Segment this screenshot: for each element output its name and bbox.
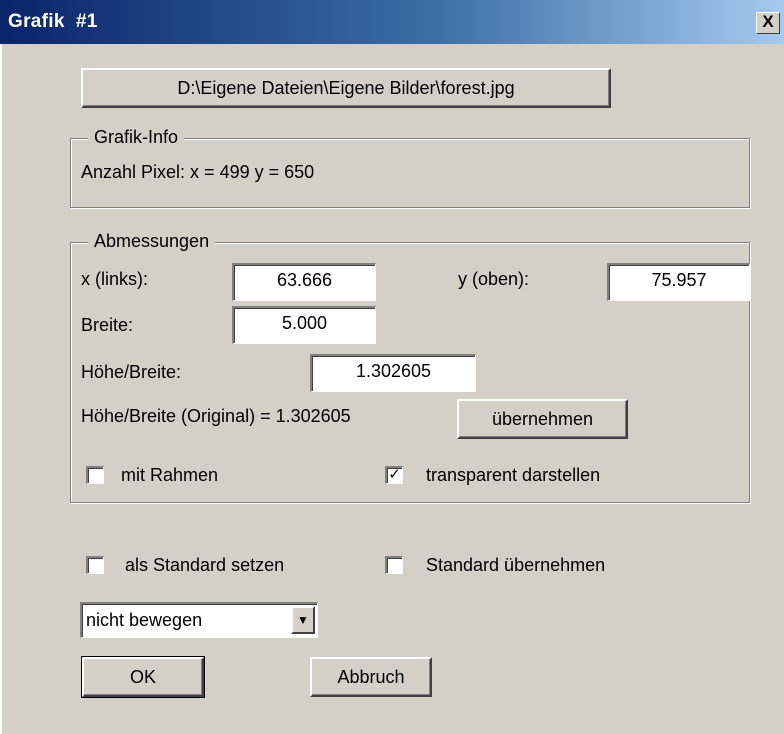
close-button[interactable]: X bbox=[756, 12, 780, 34]
hoehe-breite-label: Höhe/Breite: bbox=[81, 362, 182, 382]
y-input[interactable]: 75.957 bbox=[607, 263, 750, 301]
check-icon: ✓ bbox=[388, 466, 401, 483]
breite-label: Breite: bbox=[81, 315, 134, 335]
file-path-button[interactable]: D:\Eigene Dateien\Eigene Bilder\forest.j… bbox=[81, 68, 611, 108]
x-value: 63.666 bbox=[276, 270, 333, 290]
transparent-checkbox[interactable]: ✓ bbox=[385, 466, 403, 484]
x-input[interactable]: 63.666 bbox=[232, 263, 376, 301]
cancel-label: Abbruch bbox=[337, 667, 405, 687]
movement-select[interactable]: nicht bewegen ▼ bbox=[80, 602, 318, 638]
als-standard-checkbox[interactable] bbox=[86, 556, 104, 574]
standard-uebernehmen-checkbox[interactable] bbox=[385, 556, 403, 574]
x-label: x (links): bbox=[81, 269, 148, 289]
y-value: 75.957 bbox=[651, 270, 707, 290]
movement-select-value: nicht bewegen bbox=[86, 610, 203, 630]
standard-uebernehmen-label[interactable]: Standard übernehmen bbox=[426, 555, 605, 576]
ok-button[interactable]: OK bbox=[81, 656, 205, 698]
hoehe-breite-input[interactable]: 1.302605 bbox=[310, 354, 476, 392]
title-bar: Grafik #1 X bbox=[0, 0, 784, 44]
mit-rahmen-checkbox[interactable] bbox=[86, 466, 104, 484]
pixel-count-text: Anzahl Pixel: x = 499 y = 650 bbox=[81, 162, 315, 182]
cancel-button[interactable]: Abbruch bbox=[310, 657, 432, 697]
uebernehmen-button[interactable]: übernehmen bbox=[457, 399, 628, 439]
chevron-down-icon[interactable]: ▼ bbox=[291, 606, 315, 634]
window-title: Grafik #1 bbox=[8, 11, 98, 32]
mit-rahmen-label[interactable]: mit Rahmen bbox=[121, 465, 218, 486]
close-icon: X bbox=[762, 12, 774, 31]
transparent-label[interactable]: transparent darstellen bbox=[426, 465, 600, 486]
hoehe-breite-value: 1.302605 bbox=[355, 361, 432, 381]
abmessungen-legend: Abmessungen bbox=[88, 231, 216, 252]
y-label: y (oben): bbox=[458, 269, 530, 289]
uebernehmen-label: übernehmen bbox=[491, 409, 594, 429]
grafik-info-legend: Grafik-Info bbox=[88, 127, 185, 148]
file-path-label: D:\Eigene Dateien\Eigene Bilder\forest.j… bbox=[177, 78, 515, 98]
ok-label: OK bbox=[129, 667, 156, 687]
breite-input[interactable]: 5.000 bbox=[232, 306, 376, 344]
original-ratio-text: Höhe/Breite (Original) = 1.302605 bbox=[81, 406, 351, 426]
breite-value: 5.000 bbox=[281, 313, 328, 333]
als-standard-label[interactable]: als Standard setzen bbox=[125, 555, 284, 576]
window-left-edge bbox=[0, 44, 2, 734]
